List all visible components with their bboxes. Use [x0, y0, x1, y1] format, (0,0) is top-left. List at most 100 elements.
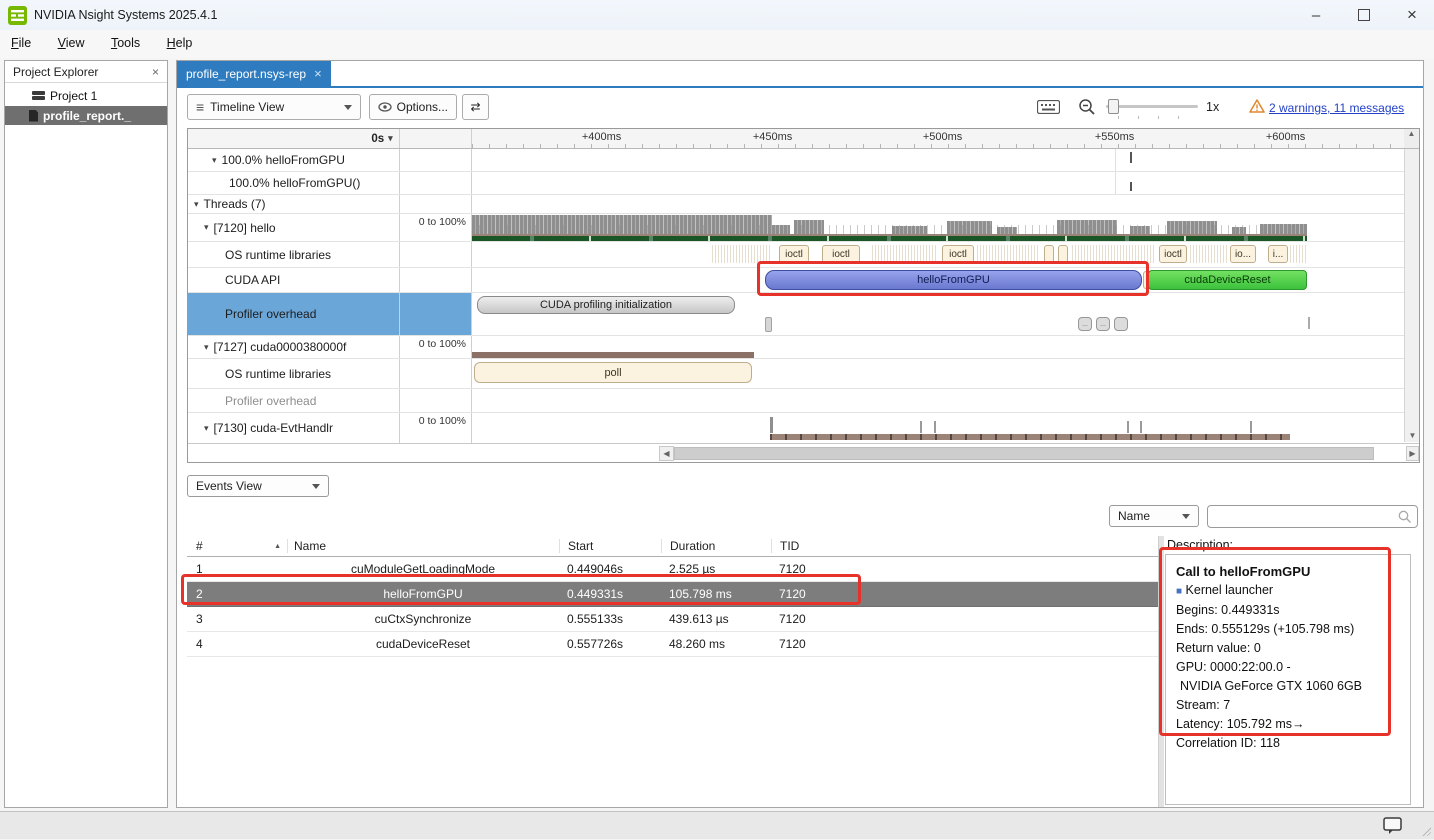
cuda-profiling-init-bar[interactable]: CUDA profiling initialization — [477, 296, 735, 314]
os-runtime-track-7127[interactable]: poll — [472, 359, 1406, 388]
events-view-dropdown[interactable]: Events View — [187, 475, 329, 497]
timeline-h-scroll-right[interactable]: ▶ — [1406, 446, 1419, 461]
options-button[interactable]: Options... — [369, 94, 457, 120]
zoom-out-icon[interactable] — [1078, 98, 1096, 121]
timeline-row-thread-7127[interactable]: ▾ [7127] cuda0000380000f 0 to 100% — [188, 336, 1419, 359]
ruler-tick-label: +550ms — [1095, 131, 1134, 143]
slider-thumb[interactable] — [1108, 99, 1119, 114]
close-button[interactable]: × — [1390, 0, 1434, 30]
row-value — [400, 172, 472, 194]
tree-open-icon[interactable]: ▾ — [204, 342, 209, 353]
row-value — [400, 389, 472, 412]
panel-close-icon[interactable]: × — [152, 65, 159, 79]
search-box[interactable] — [1207, 505, 1418, 528]
cpu-usage-track-7130[interactable] — [472, 413, 1406, 443]
cpu-usage-track[interactable] — [472, 214, 1406, 241]
cell-tid: 7120 — [771, 637, 1158, 651]
scroll-down-button[interactable]: ▼ — [1405, 428, 1420, 442]
ioctl-bar[interactable]: ioctl — [1159, 245, 1187, 263]
minimize-icon: – — [1312, 7, 1320, 24]
tab-close-icon[interactable]: × — [314, 66, 322, 81]
timeline-row-gpu-kernel[interactable]: ▾100.0% helloFromGPU — [188, 149, 1419, 172]
header-start[interactable]: Start — [559, 539, 661, 553]
sidebar-item-report[interactable]: profile_report._ — [5, 106, 167, 125]
timeline-row-thread-7120[interactable]: ▾[7120] hello 0 to 100% — [188, 214, 1419, 242]
row-label: [7127] cuda0000380000f — [214, 340, 347, 354]
table-row[interactable]: 4 cudaDeviceReset 0.557726s 48.260 ms 71… — [187, 632, 1158, 657]
cell-name: cudaDeviceReset — [287, 637, 559, 651]
scroll-up-button[interactable]: ▲ — [1404, 129, 1419, 148]
ruler-origin[interactable]: 0s ▾ — [188, 129, 400, 148]
events-table-header[interactable]: # ▲ Name Start Duration TID — [187, 536, 1158, 557]
search-input[interactable] — [1212, 507, 1392, 526]
cpu-usage-track-7127[interactable] — [472, 336, 1406, 358]
maximize-button[interactable] — [1342, 0, 1386, 30]
header-num-label: # — [196, 539, 203, 553]
profiler-overhead-track[interactable]: CUDA profiling initialization ... ... — [472, 293, 1406, 335]
menu-file[interactable]: File — [0, 30, 42, 56]
filter-field-dropdown[interactable]: Name — [1109, 505, 1199, 527]
tree-open-icon[interactable]: ▾ — [212, 155, 217, 166]
timeline-row-profiler-overhead-7127[interactable]: Profiler overhead — [188, 389, 1419, 413]
swap-button[interactable]: ⇄ — [462, 94, 489, 120]
row-label: OS runtime libraries — [225, 367, 331, 381]
ruler-tick-label: +500ms — [923, 131, 962, 143]
row-track[interactable] — [472, 172, 1406, 194]
timeline-v-scrollbar[interactable]: ▼ — [1404, 149, 1419, 442]
resize-grip[interactable] — [1421, 826, 1431, 836]
timeline-rows: ▾100.0% helloFromGPU 100.0% helloFromGPU… — [188, 149, 1419, 444]
keyboard-icon[interactable] — [1037, 100, 1060, 119]
header-name[interactable]: Name — [287, 539, 559, 553]
slider-ticks — [1118, 116, 1198, 119]
header-num[interactable]: # ▲ — [187, 539, 287, 553]
close-icon: × — [1407, 5, 1417, 25]
row-track[interactable] — [472, 389, 1406, 412]
ruler-scale[interactable]: +400ms +450ms +500ms +550ms +600ms — [472, 129, 1404, 148]
scroll-left-button[interactable]: ◀ — [659, 446, 674, 461]
tree-open-icon[interactable]: ▾ — [204, 222, 209, 233]
scroll-right-button[interactable]: ▶ — [1406, 446, 1419, 461]
sidebar-item-project[interactable]: Project 1 — [5, 86, 167, 105]
tree-open-icon[interactable]: ▾ — [204, 423, 209, 434]
zoom-slider[interactable] — [1106, 99, 1198, 115]
row-label: Profiler overhead — [225, 394, 316, 408]
slider-track[interactable] — [1106, 105, 1198, 108]
menu-help[interactable]: Help — [156, 30, 204, 56]
poll-bar[interactable]: poll — [474, 362, 752, 383]
overhead-mini-bar[interactable]: ... — [1078, 317, 1092, 331]
view-selector-dropdown[interactable]: ≡ Timeline View — [187, 94, 361, 120]
menu-bar: File View Tools Help — [0, 30, 1434, 58]
menu-view[interactable]: View — [47, 30, 96, 56]
overhead-mini-bar[interactable] — [1114, 317, 1128, 331]
cudadevicereset-bar[interactable]: cudaDeviceReset — [1148, 270, 1307, 290]
row-value — [400, 268, 472, 292]
tree-open-icon[interactable]: ▾ — [194, 199, 199, 210]
timeline-ruler[interactable]: 0s ▾ +400ms +450ms +500ms +550ms +600ms … — [188, 129, 1419, 149]
warnings-messages-link[interactable]: 2 warnings, 11 messages — [1269, 101, 1404, 115]
timeline-h-scrollbar[interactable]: ◀ — [659, 446, 1406, 461]
ioctl-bar[interactable]: i... — [1268, 245, 1288, 263]
timeline-row-threads[interactable]: ▾Threads (7) — [188, 195, 1419, 214]
row-value: 0 to 100% — [400, 336, 472, 358]
ioctl-bar[interactable]: io... — [1230, 245, 1256, 263]
window-title: NVIDIA Nsight Systems 2025.4.1 — [34, 8, 217, 22]
h-scroll-thumb[interactable] — [674, 447, 1374, 460]
timeline-row-os-runtime-7127[interactable]: OS runtime libraries poll — [188, 359, 1419, 389]
header-tid[interactable]: TID — [771, 539, 1158, 553]
menu-tools[interactable]: Tools — [100, 30, 151, 56]
row-track[interactable] — [472, 195, 1406, 213]
row-track[interactable] — [472, 149, 1406, 171]
overhead-mini-bar[interactable]: ... — [1096, 317, 1110, 331]
table-row[interactable]: 3 cuCtxSynchronize 0.555133s 439.613 µs … — [187, 607, 1158, 632]
chevron-down-icon — [1182, 514, 1190, 519]
feedback-bubble-icon[interactable] — [1383, 817, 1403, 840]
minimize-button[interactable]: – — [1294, 0, 1338, 30]
cell-start: 0.557726s — [559, 637, 661, 651]
header-duration[interactable]: Duration — [661, 539, 771, 553]
timeline-row-thread-7130[interactable]: ▾[7130] cuda-EvtHandlr 0 to 100% — [188, 413, 1419, 444]
ruler-tick-label: +400ms — [582, 131, 621, 143]
tab-profile-report[interactable]: profile_report.nsys-rep × — [177, 61, 331, 86]
timeline-row-gpu-kernel-fn[interactable]: 100.0% helloFromGPU() — [188, 172, 1419, 195]
timeline-row-profiler-overhead-7120[interactable]: Profiler overhead CUDA profiling initial… — [188, 293, 1419, 336]
title-bar: NVIDIA Nsight Systems 2025.4.1 – × — [0, 0, 1434, 30]
